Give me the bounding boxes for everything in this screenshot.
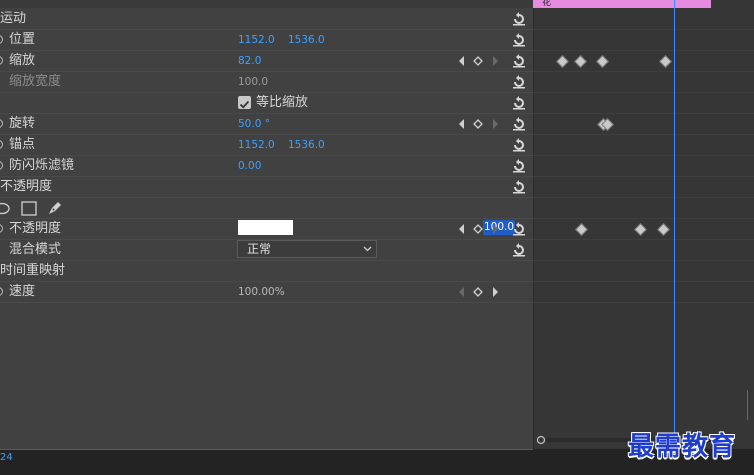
keyframe-marker[interactable]	[574, 55, 587, 68]
anti-flicker-row[interactable]: 防闪烁滤镜 0.00	[0, 156, 533, 177]
anti-flicker-value[interactable]: 0.00	[238, 156, 261, 176]
timeline-row	[533, 135, 754, 156]
reset-icon[interactable]	[511, 74, 527, 90]
stopwatch-icon[interactable]	[0, 56, 3, 65]
uniform-scale-checkbox[interactable]	[238, 96, 251, 109]
scale-width-row: 缩放宽度 100.0	[0, 72, 533, 93]
mask-tools-row	[0, 198, 533, 219]
ellipse-mask-icon[interactable]	[0, 202, 12, 215]
opacity-label: 不透明度	[9, 221, 62, 236]
position-row[interactable]: 位置 1152.0 1536.0	[0, 30, 533, 51]
stopwatch-icon[interactable]	[0, 140, 3, 149]
timeline-row	[533, 51, 754, 72]
keyframe-navigator[interactable]	[458, 118, 500, 130]
uniform-scale-label: 等比缩放	[256, 95, 309, 110]
speed-row[interactable]: 速度 100.00%	[0, 282, 533, 303]
timeline-row	[533, 198, 754, 219]
reset-icon[interactable]	[511, 116, 527, 132]
keyframe-navigator[interactable]	[458, 286, 500, 298]
motion-label: 运动	[0, 11, 27, 26]
rectangle-mask-icon[interactable]	[21, 201, 37, 216]
opacity-row[interactable]: 不透明度 100.0	[0, 219, 533, 240]
scale-label: 缩放	[9, 53, 36, 68]
blend-mode-select[interactable]: 正常	[237, 240, 377, 258]
rotation-row[interactable]: 旋转 50.0 °	[0, 114, 533, 135]
stopwatch-icon[interactable]	[0, 119, 3, 128]
stopwatch-icon[interactable]	[0, 161, 3, 170]
pen-tool-icon[interactable]	[47, 200, 63, 216]
anchor-y-value[interactable]: 1536.0	[288, 135, 325, 155]
opacity-section-row[interactable]: 不透明度	[0, 177, 533, 198]
timeline-row	[533, 219, 754, 240]
keyframe-marker[interactable]	[659, 55, 672, 68]
checkmark-icon	[239, 100, 250, 109]
anchor-label: 锚点	[9, 137, 36, 152]
uniform-scale-row[interactable]: 等比缩放	[0, 93, 533, 114]
scale-width-label: 缩放宽度	[9, 74, 62, 89]
keyframe-marker[interactable]	[575, 223, 588, 236]
watermark-logo: 最需教育	[628, 432, 737, 462]
speed-value[interactable]: 100.00%	[238, 282, 285, 302]
timeline-row	[533, 282, 754, 303]
timeline-row	[533, 114, 754, 135]
stopwatch-icon[interactable]	[0, 224, 3, 233]
timeline-row	[533, 240, 754, 261]
stopwatch-icon[interactable]	[0, 35, 3, 44]
blend-mode-row[interactable]: 混合模式 正常	[0, 240, 533, 261]
chevron-down-icon	[363, 246, 372, 252]
reset-icon[interactable]	[511, 242, 527, 258]
keyframe-marker[interactable]	[634, 223, 647, 236]
playhead[interactable]	[674, 0, 675, 449]
panel-edge	[747, 390, 754, 420]
timecode[interactable]: 24	[0, 452, 13, 463]
timeline-row	[533, 93, 754, 114]
scale-width-value: 100.0	[238, 76, 269, 88]
reset-icon[interactable]	[511, 95, 527, 111]
blend-mode-value: 正常	[247, 242, 272, 256]
keyframe-navigator[interactable]	[458, 55, 500, 67]
timeline-row	[533, 30, 754, 51]
clip-name: 花	[542, 0, 552, 8]
scale-value[interactable]: 82.0	[238, 51, 261, 71]
reset-icon[interactable]	[511, 32, 527, 48]
anti-flicker-label: 防闪烁滤镜	[9, 158, 75, 173]
timeline-row	[533, 72, 754, 93]
position-label: 位置	[9, 32, 36, 47]
rotation-label: 旋转	[9, 116, 36, 131]
scale-row[interactable]: 缩放 82.0	[0, 51, 533, 72]
reset-icon[interactable]	[511, 137, 527, 153]
stopwatch-icon[interactable]	[0, 287, 3, 296]
panel-header-strip	[0, 0, 533, 8]
reset-icon[interactable]	[511, 53, 527, 69]
reset-icon[interactable]	[511, 179, 527, 195]
motion-row[interactable]: 运动	[0, 9, 533, 30]
rotation-value[interactable]: 50.0 °	[238, 114, 270, 134]
keyframe-marker[interactable]	[556, 55, 569, 68]
timeline-row	[533, 156, 754, 177]
keyframe-marker[interactable]	[657, 223, 670, 236]
timeline-row	[533, 9, 754, 30]
time-remap-row[interactable]: 时间重映射	[0, 261, 533, 282]
keyframe-marker[interactable]	[596, 55, 609, 68]
time-remap-label: 时间重映射	[0, 263, 66, 278]
keyframe-navigator[interactable]	[458, 223, 500, 235]
anchor-row[interactable]: 锚点 1152.0 1536.0	[0, 135, 533, 156]
timeline-row	[533, 177, 754, 198]
position-y-value[interactable]: 1536.0	[288, 30, 325, 50]
status-divider	[0, 449, 533, 450]
reset-icon[interactable]	[511, 221, 527, 237]
anchor-x-value[interactable]: 1152.0	[238, 135, 275, 155]
position-x-value[interactable]: 1152.0	[238, 30, 275, 50]
reset-icon[interactable]	[511, 11, 527, 27]
blend-mode-label: 混合模式	[9, 242, 62, 257]
timeline-row	[533, 261, 754, 282]
opacity-section-label: 不透明度	[0, 179, 53, 194]
clip-bar[interactable]	[533, 0, 711, 8]
effect-controls-panel: 运动 位置 1152.0 1536.0 缩放 82.0 缩放宽度 100.0 等…	[0, 0, 533, 449]
opacity-input[interactable]: 100.0	[238, 220, 516, 235]
keyframe-timeline[interactable]	[533, 0, 754, 449]
speed-label: 速度	[9, 284, 36, 299]
reset-icon[interactable]	[511, 158, 527, 174]
